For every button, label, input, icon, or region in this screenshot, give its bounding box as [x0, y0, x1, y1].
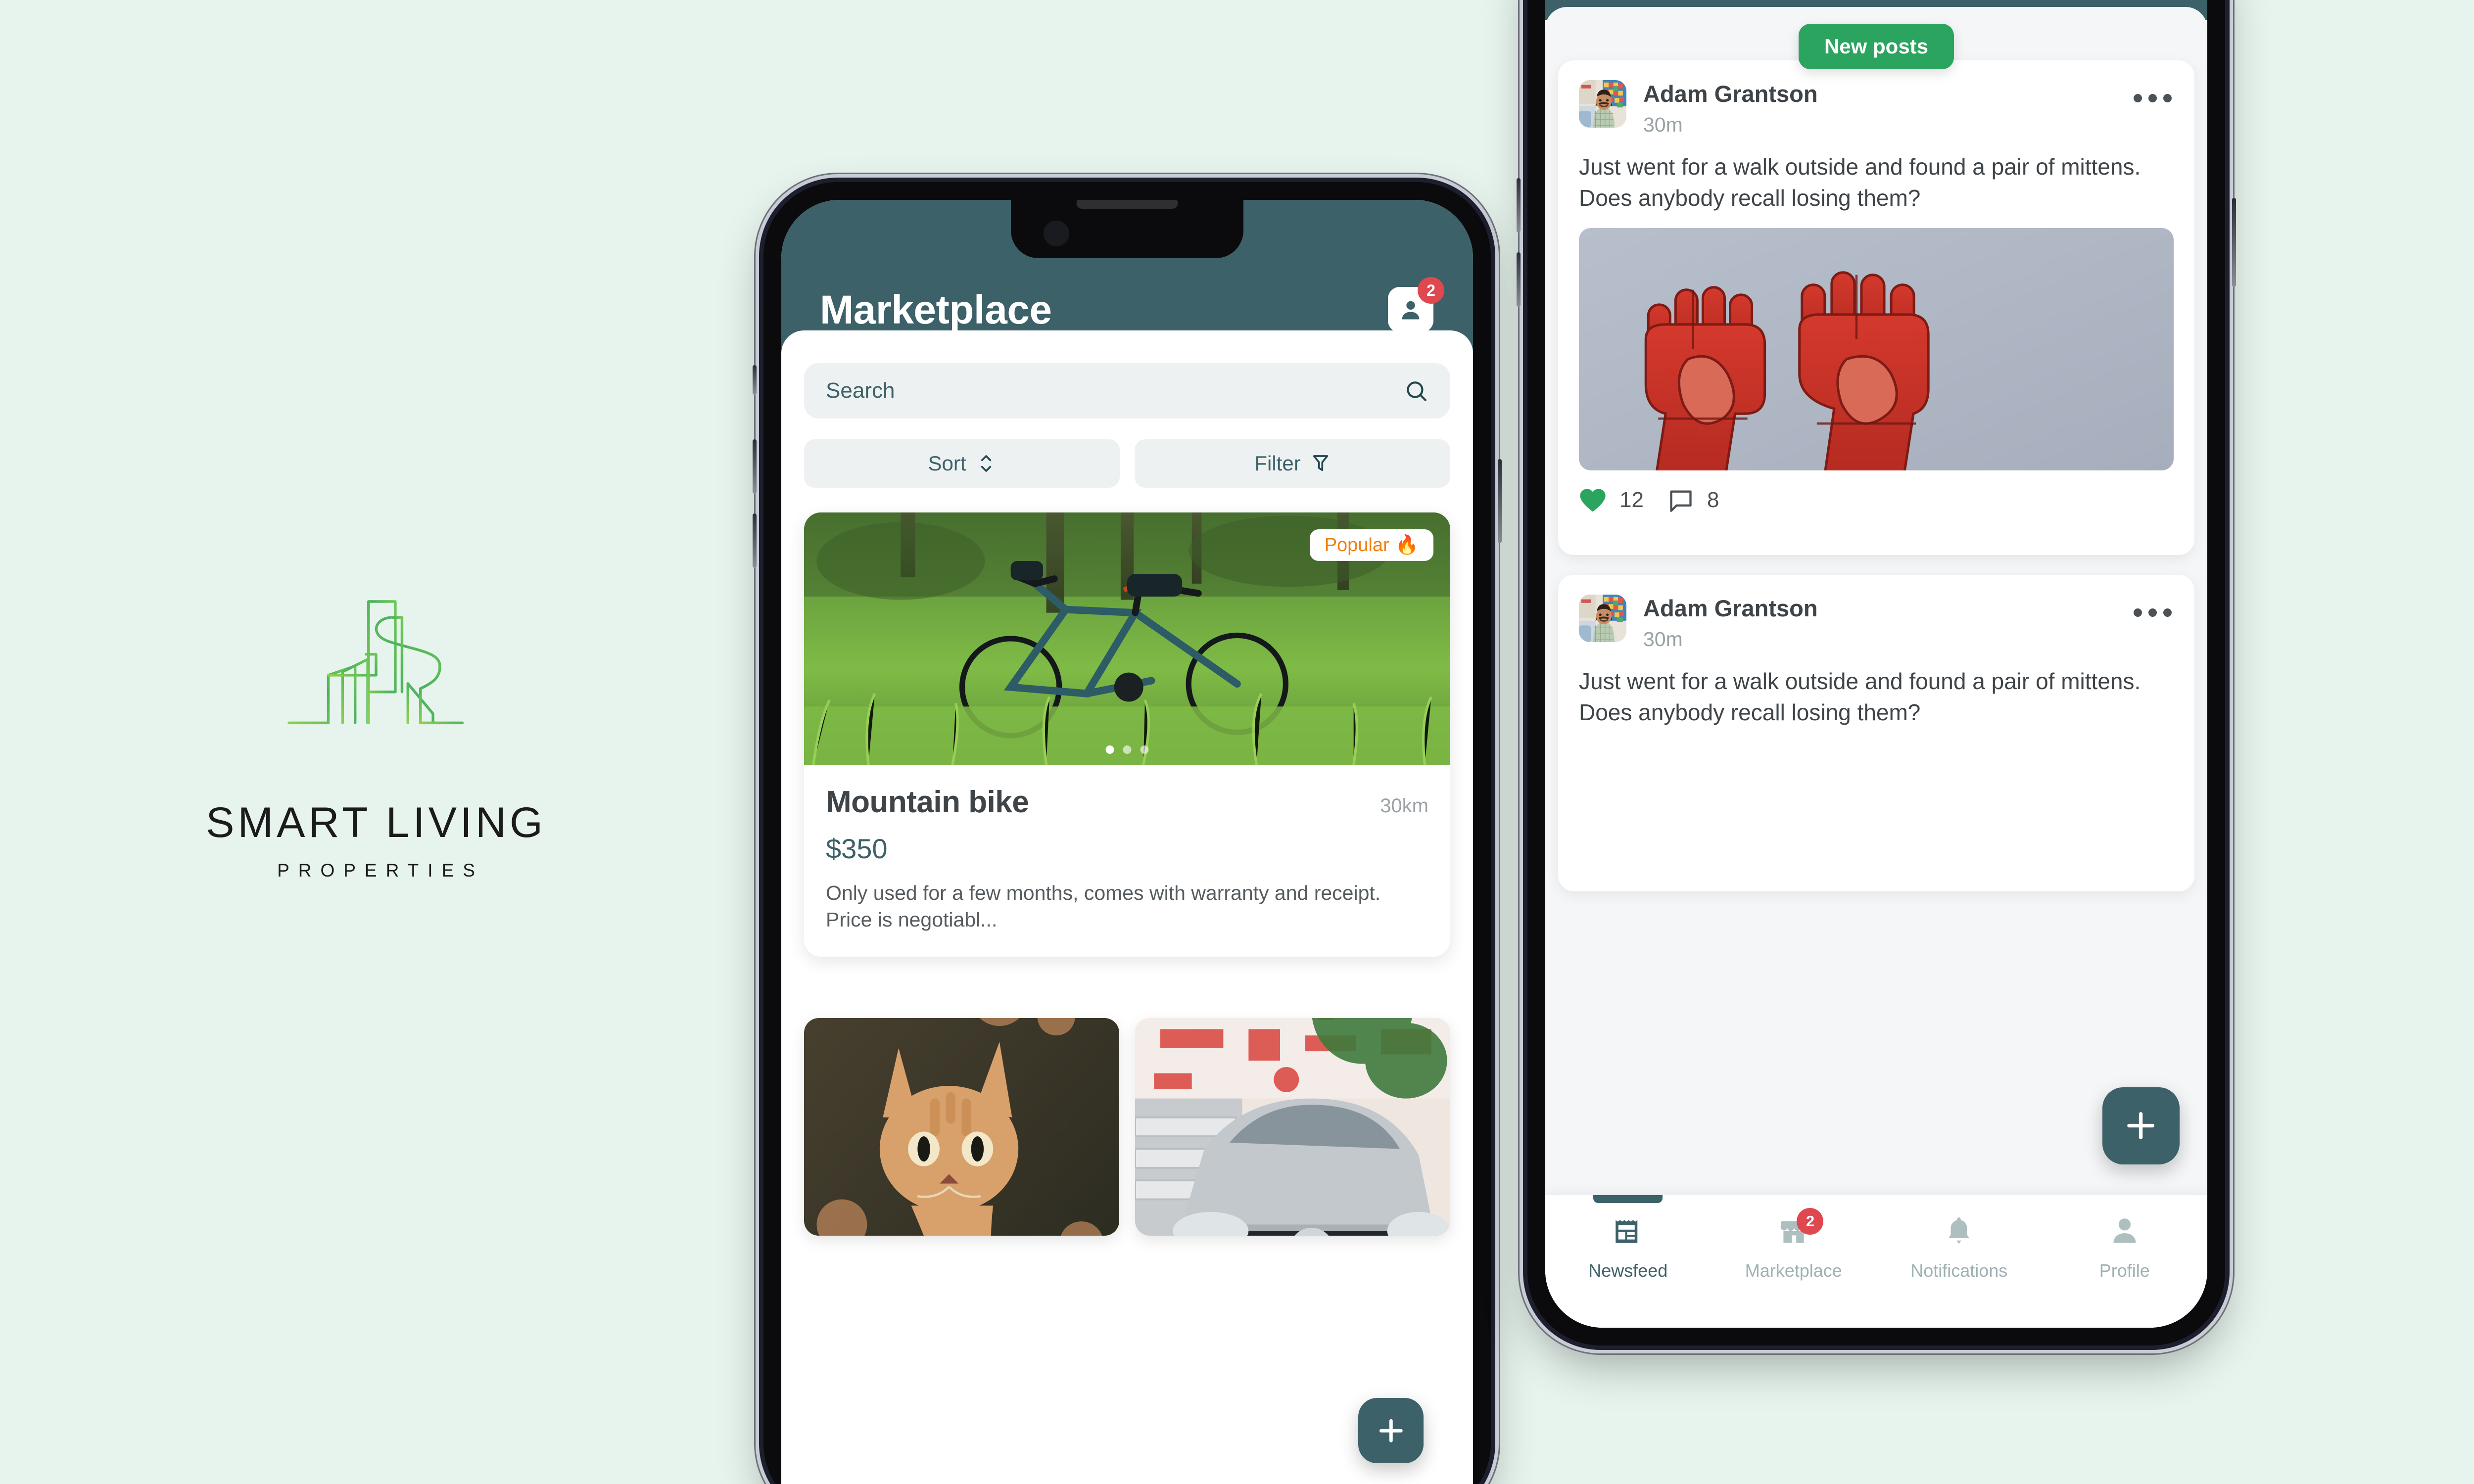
- carousel-dot[interactable]: [1105, 745, 1114, 754]
- newspaper-icon: [1612, 1213, 1644, 1249]
- post-body-text: Just went for a walk outside and found a…: [1579, 668, 2141, 725]
- page-canvas: SMART LIVING PROPERTIES Marketplace 2 Se…: [0, 0, 2474, 1484]
- listing-details: Mountain bike 30km $350 Only used for a …: [804, 765, 1450, 957]
- mute-switch[interactable]: [753, 365, 757, 395]
- tab-newsfeed[interactable]: Newsfeed: [1545, 1195, 1711, 1281]
- avatar-notification-badge: 2: [1418, 277, 1444, 304]
- listing-price: $350: [826, 833, 888, 864]
- newsfeed-content-sheet: New posts Adam Grantson 30m Just went fo…: [1545, 7, 2207, 1328]
- cat-photo: [804, 1018, 1119, 1236]
- post-meta: Adam Grantson 30m: [1643, 595, 1818, 651]
- newsfeed-phone-mockup: New posts Adam Grantson 30m Just went fo…: [1517, 0, 2236, 1345]
- person-icon: [2108, 1213, 2141, 1249]
- earpiece-speaker: [1076, 200, 1178, 209]
- post-actions: 12 8: [1558, 470, 2194, 513]
- car-photo: [1135, 1018, 1450, 1236]
- brand-tagline: PROPERTIES: [277, 860, 484, 881]
- tab-profile[interactable]: Profile: [2042, 1213, 2208, 1281]
- filter-funnel-icon: [1313, 455, 1328, 471]
- post-meta: Adam Grantson 30m: [1643, 80, 1818, 137]
- bell-icon: [1943, 1213, 1975, 1249]
- listing-card-car[interactable]: [1135, 1018, 1450, 1236]
- like-count: 12: [1619, 488, 1644, 512]
- post-timestamp: 30m: [1643, 628, 1683, 650]
- listing-grid: [804, 1018, 1450, 1236]
- marketplace-phone-mockup: Marketplace 2 Search Sort Filter Popular…: [753, 182, 1502, 1484]
- post-body-text: Just went for a walk outside and found a…: [1579, 154, 2141, 211]
- power-button[interactable]: [1498, 459, 1502, 543]
- user-photo: [1579, 595, 1626, 642]
- sort-updown-icon: [981, 455, 991, 472]
- post-card[interactable]: Adam Grantson 30m Just went for a walk o…: [1558, 60, 2194, 555]
- listing-description: Only used for a few months, comes with w…: [826, 881, 1381, 931]
- marketplace-screen: Marketplace 2 Search Sort Filter Popular…: [781, 200, 1473, 1484]
- person-icon: [1402, 301, 1420, 320]
- building-skyline-icon: [287, 600, 464, 725]
- marketplace-tab-badge: 2: [1797, 1208, 1824, 1235]
- post-header: Adam Grantson 30m: [1558, 575, 2194, 651]
- post-image[interactable]: [1579, 228, 2174, 471]
- user-photo: [1579, 80, 1626, 128]
- tab-notifications[interactable]: Notifications: [1876, 1213, 2042, 1281]
- tab-label: Newsfeed: [1588, 1260, 1668, 1281]
- volume-up-button[interactable]: [1517, 178, 1521, 232]
- marketplace-content-sheet: Search Sort Filter Popular 🔥 Mountain bi…: [781, 330, 1473, 1484]
- volume-up-button[interactable]: [753, 439, 757, 494]
- listing-card-cat[interactable]: [804, 1018, 1119, 1236]
- page-title: Marketplace: [820, 287, 1052, 332]
- new-posts-button[interactable]: New posts: [1798, 24, 1954, 69]
- post-author: Adam Grantson: [1643, 81, 1818, 107]
- tab-label: Profile: [2099, 1260, 2150, 1281]
- post-timestamp: 30m: [1643, 113, 1683, 136]
- create-post-fab[interactable]: [2102, 1087, 2180, 1164]
- post-header: Adam Grantson 30m: [1558, 60, 2194, 137]
- listing-card-featured[interactable]: Popular 🔥 Mountain bike 30km $350 Only u…: [804, 512, 1450, 957]
- tab-marketplace[interactable]: 2 Marketplace: [1711, 1208, 1877, 1281]
- bottom-navigation: Newsfeed 2 Marketplace Notifications Pro…: [1545, 1195, 2207, 1328]
- plus-icon: [2127, 1112, 2155, 1140]
- front-camera: [1044, 221, 1069, 246]
- tab-label: Marketplace: [1745, 1260, 1842, 1281]
- listing-title: Mountain bike: [826, 785, 1029, 819]
- tab-label: Notifications: [1910, 1260, 2008, 1281]
- phone-notch: [1011, 200, 1243, 258]
- avatar[interactable]: [1579, 595, 1626, 642]
- more-horizontal-icon[interactable]: [2134, 608, 2172, 617]
- carousel-dots[interactable]: [1105, 745, 1149, 754]
- listing-photo[interactable]: Popular 🔥: [804, 512, 1450, 765]
- filter-label: Filter: [1254, 452, 1301, 475]
- sort-filter-row: Sort Filter: [804, 439, 1450, 488]
- more-horizontal-icon[interactable]: [2134, 94, 2172, 102]
- post-author: Adam Grantson: [1643, 595, 1818, 621]
- search-icon: [1407, 381, 1427, 401]
- plus-icon: [1379, 1419, 1403, 1442]
- volume-down-button[interactable]: [753, 513, 757, 568]
- carousel-dot[interactable]: [1123, 745, 1132, 754]
- comment-bubble-icon[interactable]: [1667, 487, 1694, 513]
- popular-label: Popular: [1324, 534, 1389, 556]
- filter-button[interactable]: Filter: [1135, 439, 1450, 488]
- sort-label: Sort: [928, 452, 966, 475]
- brand-logo: SMART LIVING PROPERTIES: [188, 574, 564, 881]
- comment-count: 8: [1707, 488, 1719, 512]
- fire-icon: 🔥: [1395, 535, 1419, 556]
- heart-filled-icon[interactable]: [1579, 487, 1607, 513]
- listing-distance: 30km: [1380, 795, 1428, 817]
- search-input[interactable]: Search: [804, 363, 1450, 418]
- volume-down-button[interactable]: [1517, 252, 1521, 307]
- search-placeholder: Search: [826, 378, 895, 403]
- brand-name: SMART LIVING: [206, 799, 546, 846]
- avatar[interactable]: [1579, 80, 1626, 128]
- active-tab-marker: [1593, 1195, 1663, 1203]
- post-card[interactable]: Adam Grantson 30m Just went for a walk o…: [1558, 575, 2194, 891]
- carousel-dot[interactable]: [1140, 745, 1149, 754]
- newsfeed-screen: New posts Adam Grantson 30m Just went fo…: [1545, 0, 2207, 1328]
- popular-badge: Popular 🔥: [1309, 529, 1433, 561]
- power-button[interactable]: [2232, 198, 2236, 287]
- gloves-photo: [1579, 228, 2174, 471]
- sort-button[interactable]: Sort: [804, 439, 1120, 488]
- create-listing-fab[interactable]: [1358, 1398, 1424, 1463]
